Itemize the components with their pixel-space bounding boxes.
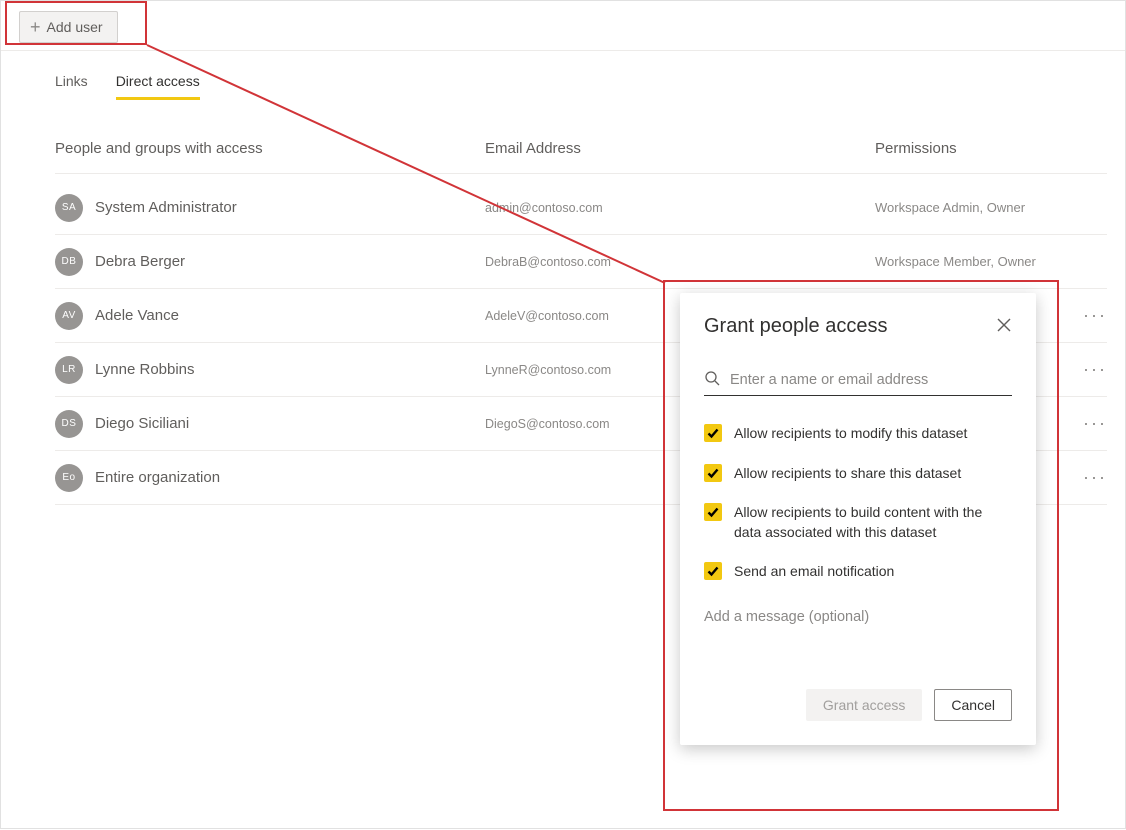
name-cell: SA System Administrator — [55, 194, 485, 222]
cancel-label: Cancel — [951, 697, 995, 713]
tab-direct-access-label: Direct access — [116, 73, 200, 89]
grant-access-label: Grant access — [823, 697, 905, 713]
permission-options: Allow recipients to modify this dataset … — [704, 424, 1012, 582]
tab-links-label: Links — [55, 73, 88, 89]
avatar: DS — [55, 410, 83, 438]
recipient-search-field[interactable] — [704, 366, 1012, 396]
checkbox-checked-icon — [704, 503, 722, 521]
name-cell: AV Adele Vance — [55, 302, 485, 330]
display-name: Lynne Robbins — [95, 361, 195, 378]
avatar: DB — [55, 248, 83, 276]
checkbox-checked-icon — [704, 562, 722, 580]
message-input[interactable] — [704, 609, 1012, 625]
checkbox-checked-icon — [704, 464, 722, 482]
avatar: LR — [55, 356, 83, 384]
display-name: Entire organization — [95, 469, 220, 486]
header-divider — [1, 50, 1125, 51]
email-cell: DebraB@contoso.com — [485, 255, 875, 269]
recipient-search-input[interactable] — [730, 372, 1012, 388]
permission-checkbox-row[interactable]: Send an email notification — [704, 562, 1012, 582]
column-headers: People and groups with access Email Addr… — [55, 140, 1107, 174]
grant-access-button[interactable]: Grant access — [806, 689, 922, 721]
more-actions-icon[interactable]: ··· — [1083, 413, 1107, 434]
more-actions-icon[interactable]: ··· — [1083, 305, 1107, 326]
name-cell: Eo Entire organization — [55, 464, 485, 492]
avatar: Eo — [55, 464, 83, 492]
display-name: Debra Berger — [95, 253, 185, 270]
name-cell: LR Lynne Robbins — [55, 356, 485, 384]
permission-cell: Workspace Member, Owner — [875, 254, 1083, 269]
col-permissions: Permissions — [875, 140, 1107, 157]
search-icon — [704, 370, 720, 389]
checkbox-label: Allow recipients to modify this dataset — [734, 424, 967, 444]
checkbox-checked-icon — [704, 424, 722, 442]
tab-direct-access[interactable]: Direct access — [116, 73, 200, 100]
add-user-label: Add user — [47, 19, 103, 35]
permission-checkbox-row[interactable]: Allow recipients to build content with t… — [704, 503, 1012, 542]
cancel-button[interactable]: Cancel — [934, 689, 1012, 721]
more-actions-icon[interactable]: ··· — [1083, 359, 1107, 380]
more-actions-icon[interactable]: ··· — [1083, 467, 1107, 488]
table-row: SA System Administrator admin@contoso.co… — [55, 181, 1107, 235]
permission-checkbox-row[interactable]: Allow recipients to modify this dataset — [704, 424, 1012, 444]
permission-cell: Workspace Admin, Owner — [875, 200, 1083, 215]
checkbox-label: Allow recipients to share this dataset — [734, 464, 961, 484]
name-cell: DB Debra Berger — [55, 248, 485, 276]
tab-links[interactable]: Links — [55, 73, 88, 100]
email-cell: admin@contoso.com — [485, 201, 875, 215]
grant-access-popover: Grant people access Allow recipients to … — [680, 293, 1036, 745]
checkbox-label: Allow recipients to build content with t… — [734, 503, 1012, 542]
col-people: People and groups with access — [55, 140, 485, 157]
name-cell: DS Diego Siciliani — [55, 410, 485, 438]
col-email: Email Address — [485, 140, 875, 157]
permission-checkbox-row[interactable]: Allow recipients to share this dataset — [704, 464, 1012, 484]
plus-icon: + — [30, 18, 41, 36]
avatar: SA — [55, 194, 83, 222]
popover-title: Grant people access — [704, 315, 887, 338]
tabs: Links Direct access — [55, 73, 200, 100]
display-name: System Administrator — [95, 199, 237, 216]
display-name: Adele Vance — [95, 307, 179, 324]
close-icon[interactable] — [996, 317, 1012, 336]
display-name: Diego Siciliani — [95, 415, 189, 432]
table-row: DB Debra Berger DebraB@contoso.com Works… — [55, 235, 1107, 289]
avatar: AV — [55, 302, 83, 330]
add-user-button[interactable]: + Add user — [19, 11, 118, 43]
checkbox-label: Send an email notification — [734, 562, 894, 582]
